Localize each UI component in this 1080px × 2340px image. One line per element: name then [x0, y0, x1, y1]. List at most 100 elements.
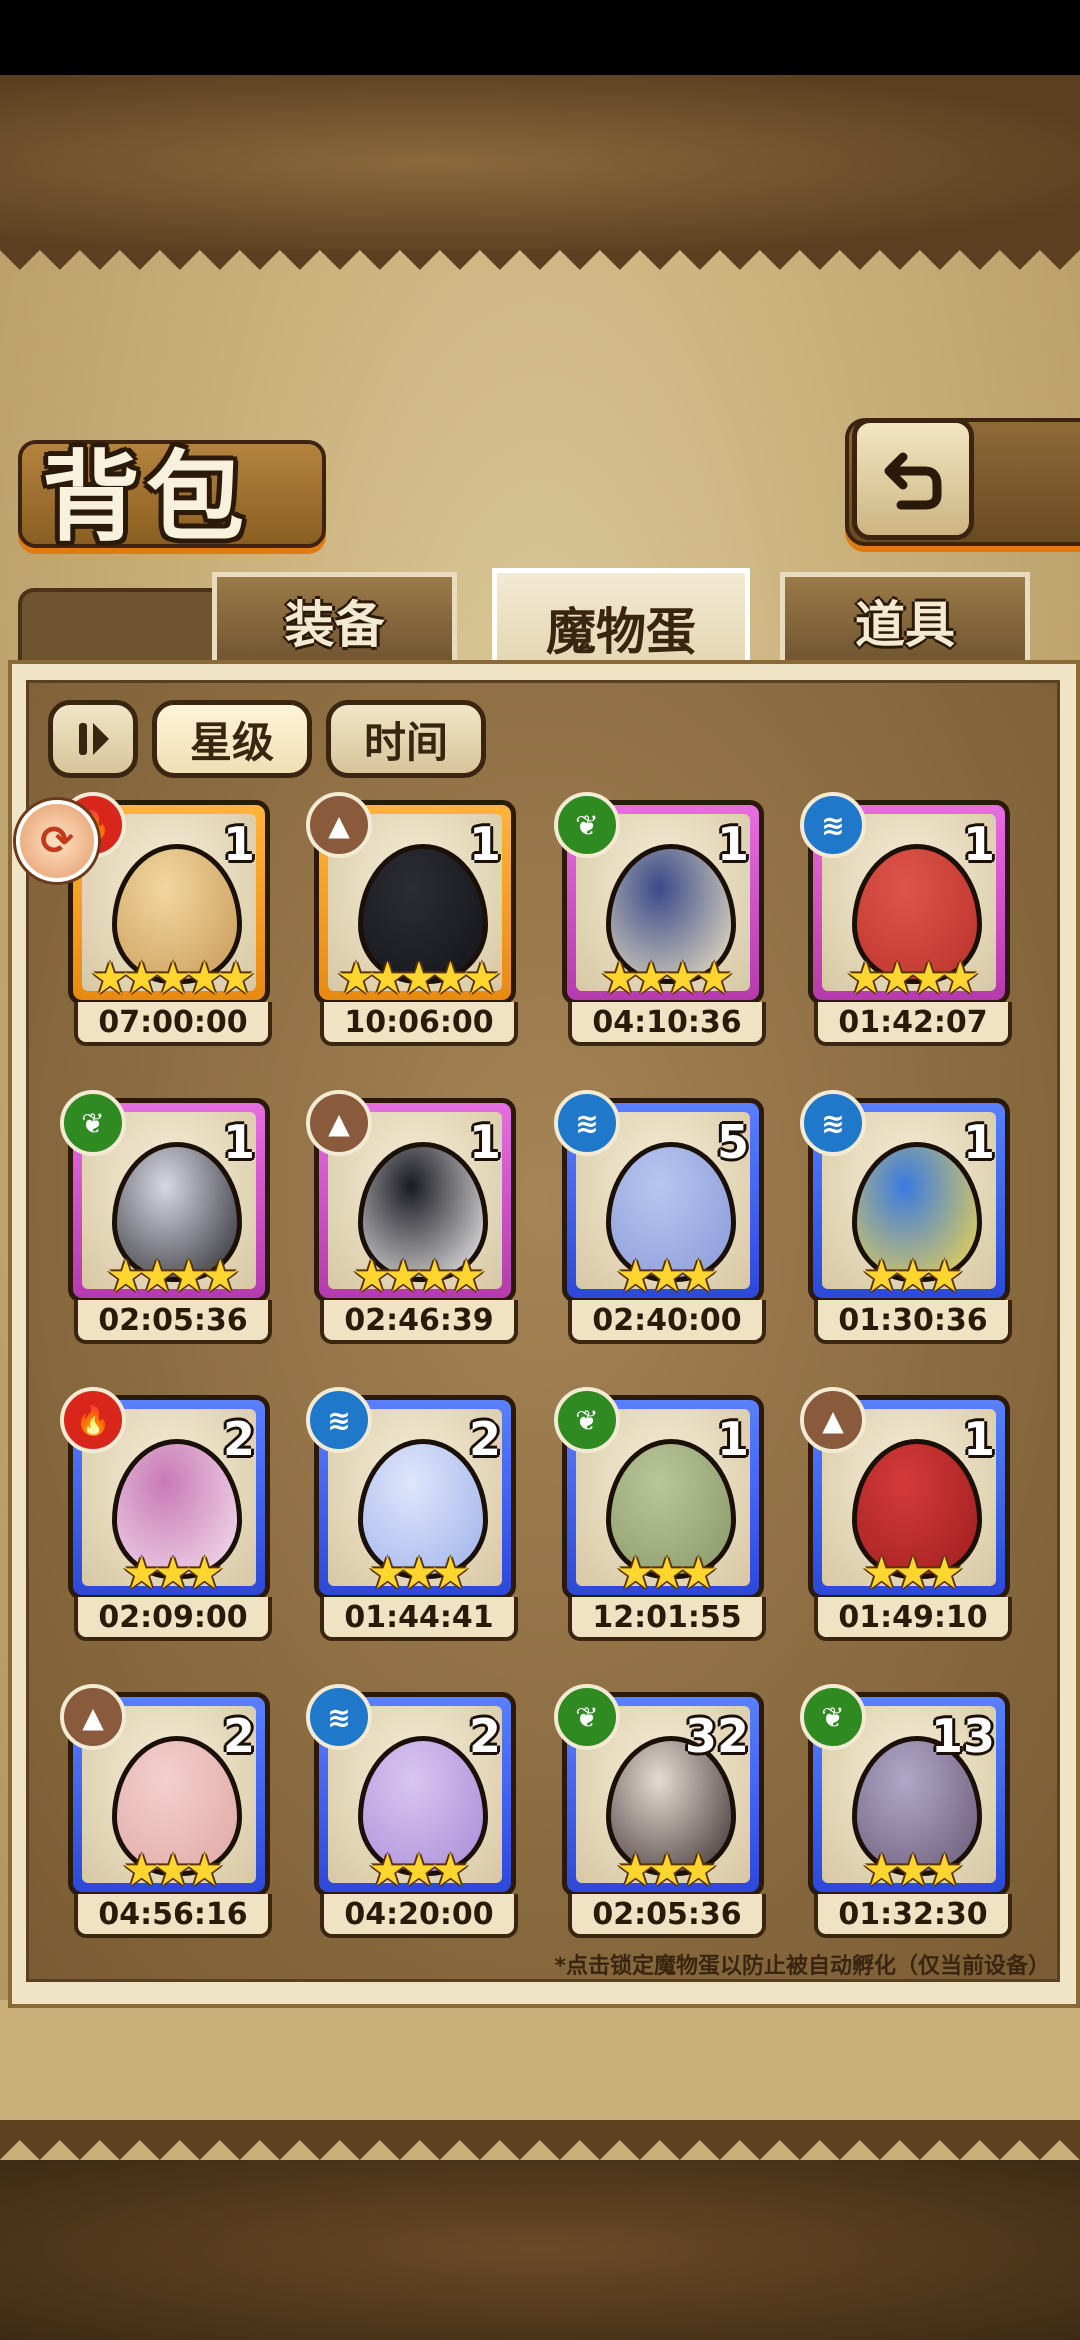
sort-by-stars-button[interactable]: 星级: [152, 700, 312, 778]
grass-element-icon: ❦: [800, 1684, 866, 1750]
egg-count: 1: [716, 1412, 749, 1466]
egg-count: 32: [684, 1709, 749, 1763]
page-title: 背包: [42, 441, 251, 555]
egg-card[interactable]: 2 ★★★ 04:20:00 ≋: [306, 1684, 518, 1942]
water-element-icon: ≋: [800, 1090, 866, 1156]
sort-order-button[interactable]: [48, 700, 138, 778]
tab-equipment[interactable]: 装备: [212, 572, 457, 665]
back-button[interactable]: [852, 418, 974, 540]
lock-hint-footnote: *点击锁定魔物蛋以防止被自动孵化（仅当前设备）: [554, 1954, 1050, 1979]
hatch-timer: 02:05:36: [74, 1300, 272, 1344]
hatch-timer: 04:56:16: [74, 1894, 272, 1938]
egg-card[interactable]: 1 ★★★ 01:30:36 ≋: [800, 1090, 1012, 1348]
egg-card[interactable]: 1 ★★★★ 02:05:36 ❦: [60, 1090, 272, 1348]
egg-card[interactable]: 2 ★★★ 02:09:00 🔥: [60, 1387, 272, 1645]
hatch-timer: 04:10:36: [568, 1002, 766, 1046]
earth-element-icon: ▲: [800, 1387, 866, 1453]
hatch-timer: 01:49:10: [814, 1597, 1012, 1641]
earth-element-icon: ▲: [306, 1090, 372, 1156]
bottom-decor-strip: [0, 2160, 1080, 2340]
egg-count: 5: [716, 1115, 749, 1169]
egg-count: 2: [468, 1412, 501, 1466]
star-rating: ★★★★: [106, 1251, 240, 1302]
grass-element-icon: ❦: [554, 792, 620, 858]
star-rating: ★★★★★: [336, 953, 501, 1004]
hatch-timer: 02:09:00: [74, 1597, 272, 1641]
star-rating: ★★★: [861, 1548, 964, 1599]
star-rating: ★★★: [861, 1251, 964, 1302]
egg-count: 1: [962, 817, 995, 871]
star-rating: ★★★★: [352, 1251, 486, 1302]
hatch-timer: 02:40:00: [568, 1300, 766, 1344]
star-rating: ★★★: [121, 1845, 224, 1896]
egg-count: 1: [962, 1412, 995, 1466]
egg-count: 13: [930, 1709, 995, 1763]
egg-count: 2: [468, 1709, 501, 1763]
water-element-icon: ≋: [800, 792, 866, 858]
tab-label: 道具: [855, 596, 955, 654]
lock-icon[interactable]: ⟳: [16, 800, 98, 882]
hatch-timer: 01:42:07: [814, 1002, 1012, 1046]
water-element-icon: ≋: [306, 1684, 372, 1750]
grass-element-icon: ❦: [60, 1090, 126, 1156]
egg-card[interactable]: 32 ★★★ 02:05:36 ❦: [554, 1684, 766, 1942]
egg-count: 2: [222, 1412, 255, 1466]
egg-count: 1: [468, 817, 501, 871]
star-rating: ★★★: [615, 1251, 718, 1302]
return-arrow-icon: [884, 452, 942, 510]
hatch-timer: 01:30:36: [814, 1300, 1012, 1344]
egg-count: 1: [962, 1115, 995, 1169]
star-rating: ★★★: [121, 1548, 224, 1599]
tab-rail: [18, 588, 226, 664]
egg-card[interactable]: 5 ★★★ 02:40:00 ≋: [554, 1090, 766, 1348]
hatch-timer: 04:20:00: [320, 1894, 518, 1938]
egg-card[interactable]: 1 ★★★ 01:49:10 ▲: [800, 1387, 1012, 1645]
egg-count: 1: [222, 1115, 255, 1169]
star-rating: ★★★: [615, 1845, 718, 1896]
sort-by-time-button[interactable]: 时间: [326, 700, 486, 778]
grass-element-icon: ❦: [554, 1684, 620, 1750]
tab-label: 魔物蛋: [546, 603, 696, 661]
egg-card[interactable]: 13 ★★★ 01:32:30 ❦: [800, 1684, 1012, 1942]
top-decor-strip: [0, 75, 1080, 256]
sort-label: 时间: [363, 717, 448, 767]
egg-card[interactable]: 1 ★★★★ 01:42:07 ≋: [800, 792, 1012, 1050]
hatch-timer: 02:46:39: [320, 1300, 518, 1344]
egg-count: 2: [222, 1709, 255, 1763]
sort-toggle-icon: [79, 723, 109, 755]
fire-element-icon: 🔥: [60, 1387, 126, 1453]
hatch-timer: 01:32:30: [814, 1894, 1012, 1938]
star-rating: ★★★★★: [90, 953, 255, 1004]
earth-element-icon: ▲: [60, 1684, 126, 1750]
egg-card[interactable]: 2 ★★★ 04:56:16 ▲: [60, 1684, 272, 1942]
egg-count: 1: [716, 817, 749, 871]
star-rating: ★★★: [861, 1845, 964, 1896]
hatch-timer: 12:01:55: [568, 1597, 766, 1641]
egg-card[interactable]: 1★★★★★07:00:00🔥: [60, 792, 272, 1050]
water-element-icon: ≋: [306, 1387, 372, 1453]
star-rating: ★★★★: [600, 953, 734, 1004]
zigzag-border-bottom: [0, 2080, 1080, 2160]
grass-element-icon: ❦: [554, 1387, 620, 1453]
sort-label: 星级: [189, 717, 274, 767]
egg-count: 1: [222, 817, 255, 871]
star-rating: ★★★: [367, 1548, 470, 1599]
star-rating: ★★★★: [846, 953, 980, 1004]
water-element-icon: ≋: [554, 1090, 620, 1156]
tab-items[interactable]: 道具: [780, 572, 1030, 665]
hatch-timer: 10:06:00: [320, 1002, 518, 1046]
tab-label: 装备: [284, 596, 385, 654]
zigzag-border-top: [0, 250, 1080, 280]
egg-card[interactable]: 1 ★★★★★ 10:06:00 ▲: [306, 792, 518, 1050]
hatch-timer: 02:05:36: [568, 1894, 766, 1938]
hatch-timer: 07:00:00: [74, 1002, 272, 1046]
star-rating: ★★★: [615, 1548, 718, 1599]
star-rating: ★★★: [367, 1845, 470, 1896]
egg-card[interactable]: 1 ★★★★ 02:46:39 ▲: [306, 1090, 518, 1348]
hatch-timer: 01:44:41: [320, 1597, 518, 1641]
egg-card[interactable]: 1 ★★★★ 04:10:36 ❦: [554, 792, 766, 1050]
egg-card[interactable]: 1 ★★★ 12:01:55 ❦: [554, 1387, 766, 1645]
earth-element-icon: ▲: [306, 792, 372, 858]
egg-count: 1: [468, 1115, 501, 1169]
egg-card[interactable]: 2 ★★★ 01:44:41 ≋: [306, 1387, 518, 1645]
